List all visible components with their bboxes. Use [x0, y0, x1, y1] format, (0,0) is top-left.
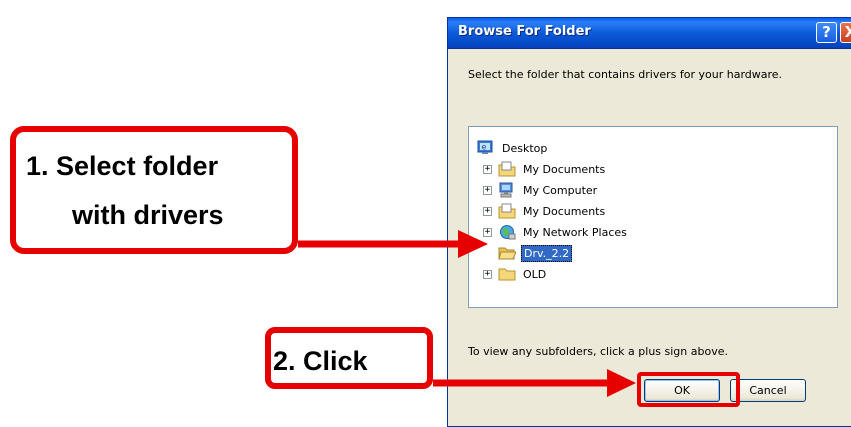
callout-step-1	[10, 126, 298, 254]
step-2-text: 2. Click	[273, 346, 368, 376]
step-1-line-1: 1. Select folder	[26, 151, 219, 181]
arrow-head-2	[607, 369, 636, 397]
arrow-head-1	[458, 230, 488, 258]
step-1-line-2: with drivers	[72, 200, 224, 230]
ok-button-highlight	[637, 372, 740, 407]
